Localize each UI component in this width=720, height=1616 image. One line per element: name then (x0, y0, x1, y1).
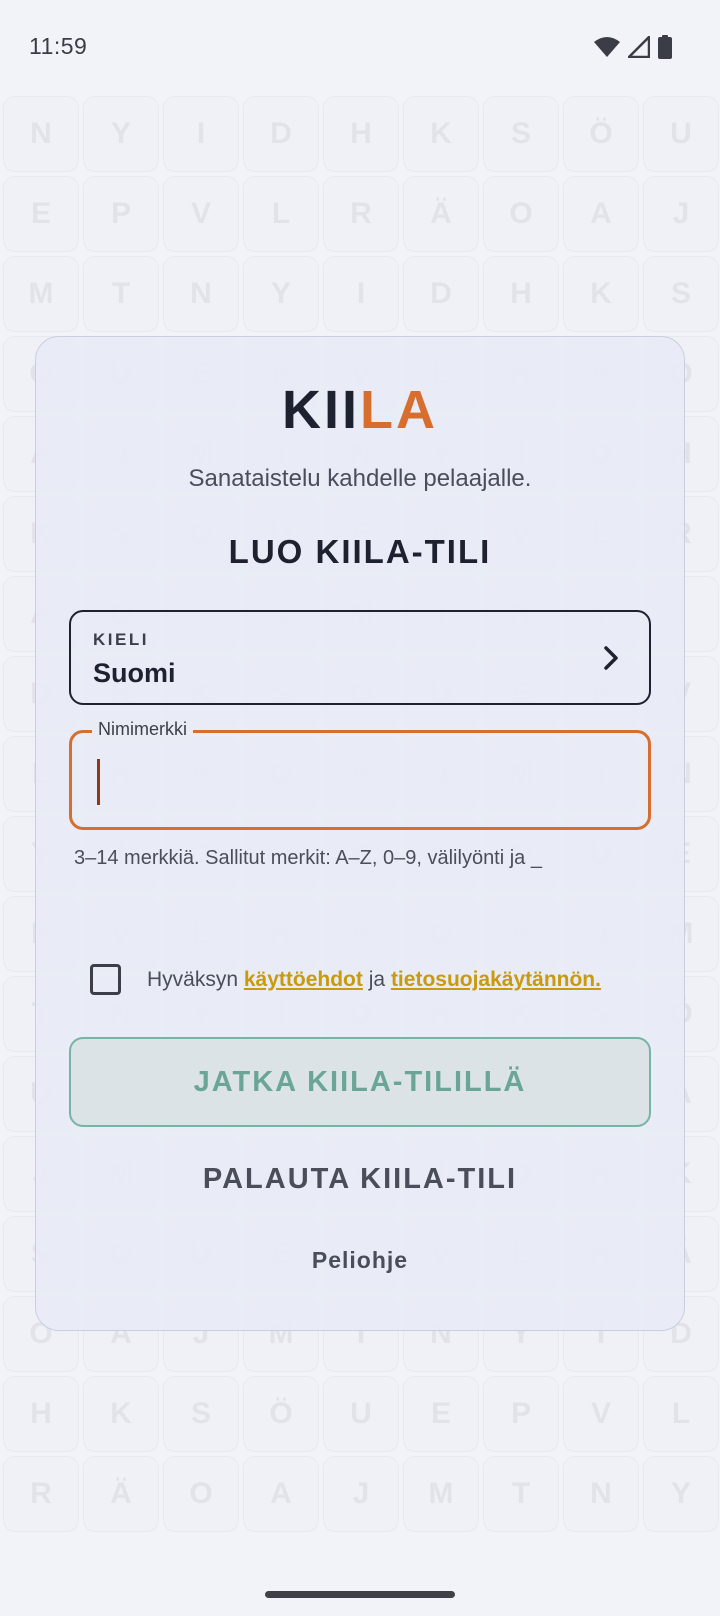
background-letter-tile: U (643, 96, 719, 172)
nickname-hint: 3–14 merkkiä. Sallitut merkit: A–Z, 0–9,… (74, 847, 542, 869)
language-label: KIELI (93, 630, 149, 649)
background-letter-tile: Ä (83, 1456, 159, 1532)
terms-row: Hyväksyn käyttöehdot ja tietosuojakäytän… (90, 964, 601, 995)
tagline: Sanataistelu kahdelle pelaajalle. (188, 465, 532, 492)
background-letter-tile: E (403, 1376, 479, 1452)
game-guide-link[interactable]: Peliohje (36, 1247, 684, 1274)
background-letter-tile: P (83, 176, 159, 252)
background-letter-tile: A (563, 176, 639, 252)
background-letter-tile: J (323, 1456, 399, 1532)
language-select[interactable]: KIELI Suomi (69, 610, 651, 705)
cellular-signal-icon (628, 36, 650, 58)
create-account-card: KIILA Sanataistelu kahdelle pelaajalle. … (35, 336, 685, 1331)
continue-button[interactable]: JATKA KIILA-TILILLÄ (69, 1037, 651, 1127)
background-letter-tile: U (323, 1376, 399, 1452)
background-letter-tile: S (163, 1376, 239, 1452)
background-letter-tile: K (403, 96, 479, 172)
background-letter-tile: A (243, 1456, 319, 1532)
text-cursor (97, 759, 100, 805)
background-letter-tile: J (643, 176, 719, 252)
chevron-right-icon (604, 646, 618, 670)
page-title: LUO KIILA-TILI (228, 533, 492, 570)
background-letter-tile: Y (643, 1456, 719, 1532)
background-letter-tile: H (483, 256, 559, 332)
background-letter-tile: N (3, 96, 79, 172)
background-letter-tile: H (323, 96, 399, 172)
nickname-field[interactable]: Nimimerkki (69, 719, 651, 830)
background-letter-tile: L (243, 176, 319, 252)
background-letter-tile: N (563, 1456, 639, 1532)
background-letter-tile: Ä (403, 176, 479, 252)
status-icons (594, 35, 672, 59)
background-letter-tile: S (483, 96, 559, 172)
background-letter-tile: T (83, 256, 159, 332)
background-letter-tile: N (163, 256, 239, 332)
background-letter-tile: O (163, 1456, 239, 1532)
wifi-icon (594, 37, 620, 57)
battery-icon (658, 35, 672, 59)
background-letter-tile: P (483, 1376, 559, 1452)
background-letter-tile: S (643, 256, 719, 332)
background-letter-tile: M (403, 1456, 479, 1532)
terms-text: Hyväksyn käyttöehdot ja tietosuojakäytän… (147, 967, 601, 991)
status-time: 11:59 (29, 33, 88, 59)
background-letter-tile: D (243, 96, 319, 172)
background-letter-tile: Ö (243, 1376, 319, 1452)
background-letter-tile: L (643, 1376, 719, 1452)
home-indicator[interactable] (265, 1591, 455, 1598)
background-letter-tile: Y (83, 96, 159, 172)
background-letter-tile: O (483, 176, 559, 252)
background-letter-tile: E (3, 176, 79, 252)
background-letter-tile: D (403, 256, 479, 332)
terms-of-service-link[interactable]: käyttöehdot (244, 968, 363, 991)
background-letter-tile: I (323, 256, 399, 332)
background-letter-tile: K (83, 1376, 159, 1452)
status-bar: 11:59 (0, 0, 720, 92)
privacy-policy-link[interactable]: tietosuojakäytännön. (391, 968, 601, 991)
terms-checkbox[interactable] (90, 964, 121, 995)
nickname-label: Nimimerkki (92, 719, 193, 740)
background-letter-tile: V (563, 1376, 639, 1452)
background-letter-tile: K (563, 256, 639, 332)
background-letter-tile: H (3, 1376, 79, 1452)
kiila-logo: KIILA (282, 380, 438, 440)
background-letter-tile: T (483, 1456, 559, 1532)
background-letter-tile: V (163, 176, 239, 252)
background-letter-tile: Y (243, 256, 319, 332)
background-letter-tile: R (323, 176, 399, 252)
background-letter-tile: M (3, 256, 79, 332)
language-value: Suomi (93, 658, 176, 688)
background-letter-tile: I (163, 96, 239, 172)
restore-account-button[interactable]: PALAUTA KIILA-TILI (36, 1163, 684, 1196)
background-letter-tile: R (3, 1456, 79, 1532)
background-letter-tile: Ö (563, 96, 639, 172)
